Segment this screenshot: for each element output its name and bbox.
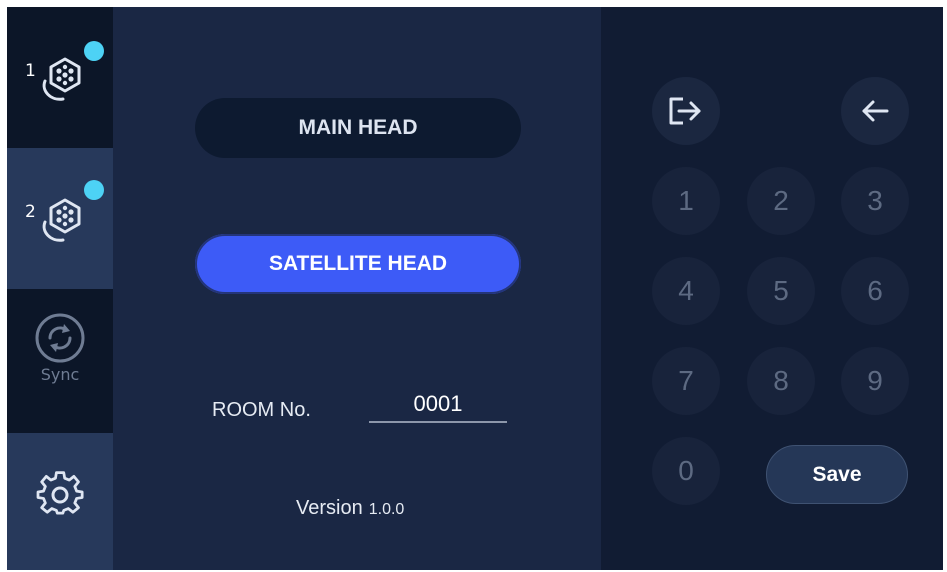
- sync-icon: [35, 313, 85, 363]
- sidebar-item-settings[interactable]: [7, 433, 113, 570]
- key-2[interactable]: 2: [747, 167, 815, 235]
- room-number-input[interactable]: [369, 387, 507, 423]
- sidebar-item-sync[interactable]: Sync: [7, 292, 113, 433]
- keypad: 1 2 3 4 5 6 7 8 9 0 Save: [601, 7, 943, 570]
- version-label: Version: [296, 497, 363, 519]
- exit-button[interactable]: [652, 77, 720, 145]
- room-label: ROOM No.: [212, 399, 311, 421]
- version-value: 1.0.0: [368, 501, 405, 518]
- main-panel: MAIN HEAD SATELLITE HEAD ROOM No. Versio…: [113, 7, 601, 570]
- satellite-head-button[interactable]: SATELLITE HEAD: [195, 234, 521, 294]
- key-4[interactable]: 4: [652, 257, 720, 325]
- sidebar: 1 2 Sync: [7, 7, 113, 570]
- key-7[interactable]: 7: [652, 347, 720, 415]
- back-arrow-icon: [862, 100, 889, 122]
- exit-icon: [669, 97, 701, 125]
- key-9[interactable]: 9: [841, 347, 909, 415]
- key-0[interactable]: 0: [652, 437, 720, 505]
- gear-icon: [36, 471, 84, 515]
- key-8[interactable]: 8: [747, 347, 815, 415]
- sync-label: Sync: [40, 365, 80, 384]
- sidebar-item-head-2[interactable]: 2: [7, 148, 113, 289]
- key-6[interactable]: 6: [841, 257, 909, 325]
- key-1[interactable]: 1: [652, 167, 720, 235]
- key-5[interactable]: 5: [747, 257, 815, 325]
- hex-node-icon: [42, 57, 81, 101]
- app-window: 1 2 Sync MAIN HEAD SATELLITE HEAD ROOM N…: [7, 7, 943, 570]
- sidebar-item-head-1[interactable]: 1: [7, 7, 113, 148]
- version-info: Version 1.0.0: [296, 497, 404, 520]
- hex-node-icon: [42, 198, 81, 242]
- save-button[interactable]: Save: [766, 445, 908, 504]
- main-head-button[interactable]: MAIN HEAD: [195, 98, 521, 158]
- key-3[interactable]: 3: [841, 167, 909, 235]
- backspace-button[interactable]: [841, 77, 909, 145]
